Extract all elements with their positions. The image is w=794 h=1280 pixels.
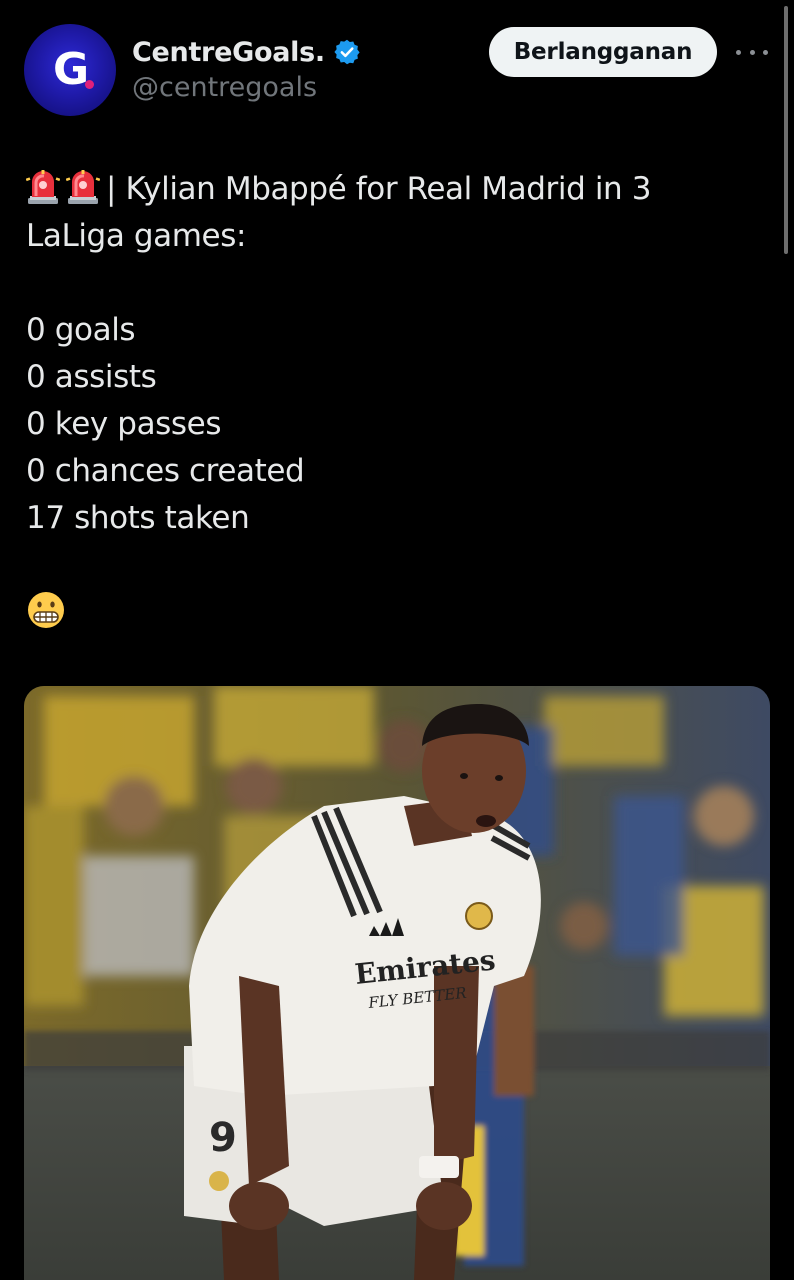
tweet-media-photo[interactable]: Emirates FLY BETTER 9 xyxy=(24,686,770,1280)
tweet-page: G CentreGoals. @centregoals Berlangganan xyxy=(0,0,794,1280)
siren-emoji-icon xyxy=(25,168,61,204)
scrollbar[interactable] xyxy=(784,6,788,254)
headline-line-1: | Kylian Mbappé for Real Madrid in 3 xyxy=(25,166,726,213)
name-row: CentreGoals. xyxy=(132,34,361,70)
stat-shots-taken: 17 shots taken xyxy=(26,500,250,536)
subscribe-button[interactable]: Berlangganan xyxy=(489,27,717,77)
stat-goals: 0 goals xyxy=(26,312,136,348)
verified-badge-icon xyxy=(333,38,361,66)
shorts-number: 9 xyxy=(209,1115,237,1161)
stat-assists: 0 assists xyxy=(26,359,157,395)
headline-line-2: LaLiga games: xyxy=(26,218,247,254)
avatar[interactable]: G xyxy=(24,24,116,116)
emoji-line xyxy=(26,589,726,636)
user-handle[interactable]: @centregoals xyxy=(132,72,317,103)
display-name[interactable]: CentreGoals. xyxy=(132,37,325,68)
headline-text: | Kylian Mbappé for Real Madrid in 3 xyxy=(106,171,652,207)
grimacing-face-emoji-icon xyxy=(26,590,66,630)
tweet-header: G CentreGoals. @centregoals Berlangganan xyxy=(24,24,770,116)
more-options-icon[interactable] xyxy=(736,42,768,62)
tweet-text: | Kylian Mbappé for Real Madrid in 3 LaL… xyxy=(25,166,726,636)
avatar-logo-dot xyxy=(85,80,94,89)
siren-emoji-icon xyxy=(65,168,101,204)
stat-chances-created: 0 chances created xyxy=(26,453,305,489)
avatar-logo: G xyxy=(52,44,89,95)
stat-key-passes: 0 key passes xyxy=(26,406,222,442)
